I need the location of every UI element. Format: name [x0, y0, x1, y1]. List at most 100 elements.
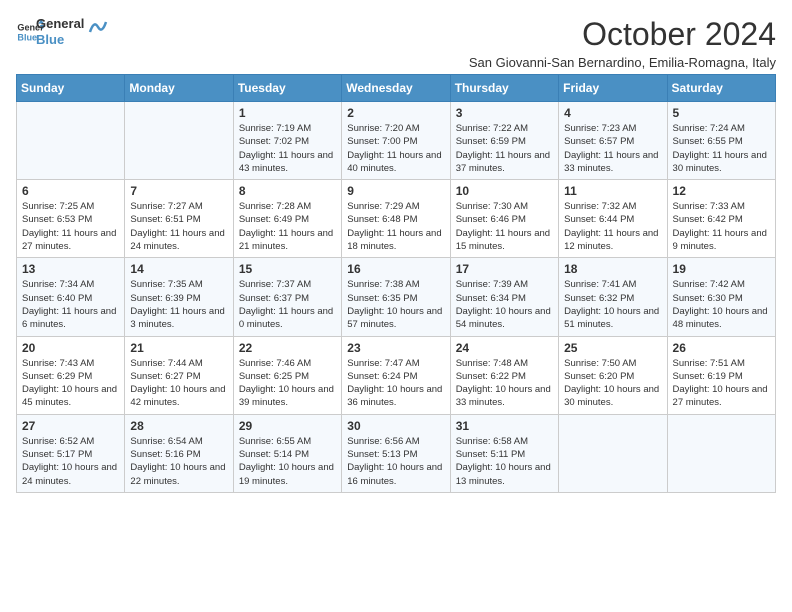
- day-number: 26: [673, 341, 770, 355]
- calendar-cell: 2 Sunrise: 7:20 AMSunset: 7:00 PMDaylight…: [342, 102, 450, 180]
- location-subtitle: San Giovanni-San Bernardino, Emilia-Roma…: [469, 55, 776, 70]
- day-number: 8: [239, 184, 336, 198]
- calendar-cell: 3 Sunrise: 7:22 AMSunset: 6:59 PMDaylight…: [450, 102, 558, 180]
- day-info: Sunrise: 6:54 AMSunset: 5:16 PMDaylight:…: [130, 435, 227, 488]
- day-number: 27: [22, 419, 119, 433]
- day-info: Sunrise: 7:44 AMSunset: 6:27 PMDaylight:…: [130, 357, 227, 410]
- calendar-cell: 30Sunrise: 6:56 AMSunset: 5:13 PMDayligh…: [342, 414, 450, 492]
- day-info: Sunrise: 7:42 AMSunset: 6:30 PMDaylight:…: [673, 278, 770, 331]
- day-number: 12: [673, 184, 770, 198]
- weekday-header-monday: Monday: [125, 75, 233, 102]
- page-header: General Blue General Blue October 2024 S…: [16, 16, 776, 70]
- day-number: 20: [22, 341, 119, 355]
- calendar-cell: 9 Sunrise: 7:29 AMSunset: 6:48 PMDaylight…: [342, 180, 450, 258]
- title-block: October 2024 San Giovanni-San Bernardino…: [469, 16, 776, 70]
- calendar-cell: 15Sunrise: 7:37 AMSunset: 6:37 PMDayligh…: [233, 258, 341, 336]
- day-info: Sunrise: 7:48 AMSunset: 6:22 PMDaylight:…: [456, 357, 553, 410]
- day-number: 4: [564, 106, 661, 120]
- calendar-week-2: 6 Sunrise: 7:25 AMSunset: 6:53 PMDaylight…: [17, 180, 776, 258]
- calendar-cell: 22 Sunrise: 7:46 AMSunset: 6:25 PMDayligh…: [233, 336, 341, 414]
- calendar-cell: [559, 414, 667, 492]
- calendar-cell: 17 Sunrise: 7:39 AMSunset: 6:34 PMDayligh…: [450, 258, 558, 336]
- day-info: Sunrise: 7:51 AMSunset: 6:19 PMDaylight:…: [673, 357, 770, 410]
- day-info: Sunrise: 7:30 AMSunset: 6:46 PMDaylight:…: [456, 200, 553, 253]
- calendar-cell: [17, 102, 125, 180]
- day-info: Sunrise: 7:28 AMSunset: 6:49 PMDaylight:…: [239, 200, 336, 253]
- weekday-header-wednesday: Wednesday: [342, 75, 450, 102]
- day-info: Sunrise: 7:19 AMSunset: 7:02 PMDaylight:…: [239, 122, 336, 175]
- calendar-table: SundayMondayTuesdayWednesdayThursdayFrid…: [16, 74, 776, 493]
- calendar-cell: 7Sunrise: 7:27 AMSunset: 6:51 PMDaylight…: [125, 180, 233, 258]
- day-info: Sunrise: 7:43 AMSunset: 6:29 PMDaylight:…: [22, 357, 119, 410]
- calendar-cell: 25Sunrise: 7:50 AMSunset: 6:20 PMDayligh…: [559, 336, 667, 414]
- day-info: Sunrise: 7:24 AMSunset: 6:55 PMDaylight:…: [673, 122, 770, 175]
- svg-text:Blue: Blue: [17, 32, 37, 42]
- calendar-header: SundayMondayTuesdayWednesdayThursdayFrid…: [17, 75, 776, 102]
- calendar-cell: 16 Sunrise: 7:38 AMSunset: 6:35 PMDayligh…: [342, 258, 450, 336]
- day-number: 19: [673, 262, 770, 276]
- calendar-cell: [667, 414, 775, 492]
- day-number: 3: [456, 106, 553, 120]
- calendar-cell: [125, 102, 233, 180]
- day-number: 5: [673, 106, 770, 120]
- calendar-cell: 11Sunrise: 7:32 AMSunset: 6:44 PMDayligh…: [559, 180, 667, 258]
- calendar-cell: 27 Sunrise: 6:52 AMSunset: 5:17 PMDayligh…: [17, 414, 125, 492]
- calendar-cell: 31 Sunrise: 6:58 AMSunset: 5:11 PMDayligh…: [450, 414, 558, 492]
- day-number: 16: [347, 262, 444, 276]
- day-number: 31: [456, 419, 553, 433]
- calendar-cell: 26 Sunrise: 7:51 AMSunset: 6:19 PMDayligh…: [667, 336, 775, 414]
- day-number: 22: [239, 341, 336, 355]
- weekday-header-saturday: Saturday: [667, 75, 775, 102]
- day-number: 29: [239, 419, 336, 433]
- day-number: 2: [347, 106, 444, 120]
- day-number: 11: [564, 184, 661, 198]
- calendar-week-1: 1 Sunrise: 7:19 AMSunset: 7:02 PMDaylight…: [17, 102, 776, 180]
- day-info: Sunrise: 7:35 AMSunset: 6:39 PMDaylight:…: [130, 278, 227, 331]
- day-info: Sunrise: 6:52 AMSunset: 5:17 PMDaylight:…: [22, 435, 119, 488]
- logo: General Blue General Blue: [16, 16, 108, 47]
- day-info: Sunrise: 6:58 AMSunset: 5:11 PMDaylight:…: [456, 435, 553, 488]
- day-info: Sunrise: 7:20 AMSunset: 7:00 PMDaylight:…: [347, 122, 444, 175]
- day-number: 23: [347, 341, 444, 355]
- calendar-cell: 28 Sunrise: 6:54 AMSunset: 5:16 PMDayligh…: [125, 414, 233, 492]
- calendar-body: 1 Sunrise: 7:19 AMSunset: 7:02 PMDaylight…: [17, 102, 776, 493]
- day-info: Sunrise: 7:22 AMSunset: 6:59 PMDaylight:…: [456, 122, 553, 175]
- calendar-cell: 13Sunrise: 7:34 AMSunset: 6:40 PMDayligh…: [17, 258, 125, 336]
- day-number: 28: [130, 419, 227, 433]
- calendar-cell: 10 Sunrise: 7:30 AMSunset: 6:46 PMDayligh…: [450, 180, 558, 258]
- day-number: 7: [130, 184, 227, 198]
- day-info: Sunrise: 7:33 AMSunset: 6:42 PMDaylight:…: [673, 200, 770, 253]
- day-number: 18: [564, 262, 661, 276]
- calendar-cell: 8 Sunrise: 7:28 AMSunset: 6:49 PMDaylight…: [233, 180, 341, 258]
- day-info: Sunrise: 7:50 AMSunset: 6:20 PMDaylight:…: [564, 357, 661, 410]
- day-number: 6: [22, 184, 119, 198]
- day-number: 13: [22, 262, 119, 276]
- calendar-week-5: 27 Sunrise: 6:52 AMSunset: 5:17 PMDayligh…: [17, 414, 776, 492]
- calendar-cell: 21 Sunrise: 7:44 AMSunset: 6:27 PMDayligh…: [125, 336, 233, 414]
- calendar-cell: 4 Sunrise: 7:23 AMSunset: 6:57 PMDaylight…: [559, 102, 667, 180]
- weekday-header-tuesday: Tuesday: [233, 75, 341, 102]
- day-info: Sunrise: 7:46 AMSunset: 6:25 PMDaylight:…: [239, 357, 336, 410]
- day-info: Sunrise: 6:55 AMSunset: 5:14 PMDaylight:…: [239, 435, 336, 488]
- day-number: 1: [239, 106, 336, 120]
- weekday-header-row: SundayMondayTuesdayWednesdayThursdayFrid…: [17, 75, 776, 102]
- day-info: Sunrise: 7:38 AMSunset: 6:35 PMDaylight:…: [347, 278, 444, 331]
- calendar-cell: 1 Sunrise: 7:19 AMSunset: 7:02 PMDaylight…: [233, 102, 341, 180]
- logo-text-blue: Blue: [36, 32, 84, 48]
- day-number: 15: [239, 262, 336, 276]
- calendar-week-3: 13Sunrise: 7:34 AMSunset: 6:40 PMDayligh…: [17, 258, 776, 336]
- calendar-cell: 14Sunrise: 7:35 AMSunset: 6:39 PMDayligh…: [125, 258, 233, 336]
- logo-wave-icon: [88, 12, 108, 42]
- day-number: 9: [347, 184, 444, 198]
- day-number: 21: [130, 341, 227, 355]
- day-number: 10: [456, 184, 553, 198]
- day-info: Sunrise: 7:39 AMSunset: 6:34 PMDaylight:…: [456, 278, 553, 331]
- day-info: Sunrise: 7:29 AMSunset: 6:48 PMDaylight:…: [347, 200, 444, 253]
- calendar-cell: 18Sunrise: 7:41 AMSunset: 6:32 PMDayligh…: [559, 258, 667, 336]
- day-info: Sunrise: 7:23 AMSunset: 6:57 PMDaylight:…: [564, 122, 661, 175]
- day-number: 17: [456, 262, 553, 276]
- calendar-cell: 6 Sunrise: 7:25 AMSunset: 6:53 PMDaylight…: [17, 180, 125, 258]
- calendar-cell: 20 Sunrise: 7:43 AMSunset: 6:29 PMDayligh…: [17, 336, 125, 414]
- calendar-cell: 19 Sunrise: 7:42 AMSunset: 6:30 PMDayligh…: [667, 258, 775, 336]
- day-info: Sunrise: 7:25 AMSunset: 6:53 PMDaylight:…: [22, 200, 119, 253]
